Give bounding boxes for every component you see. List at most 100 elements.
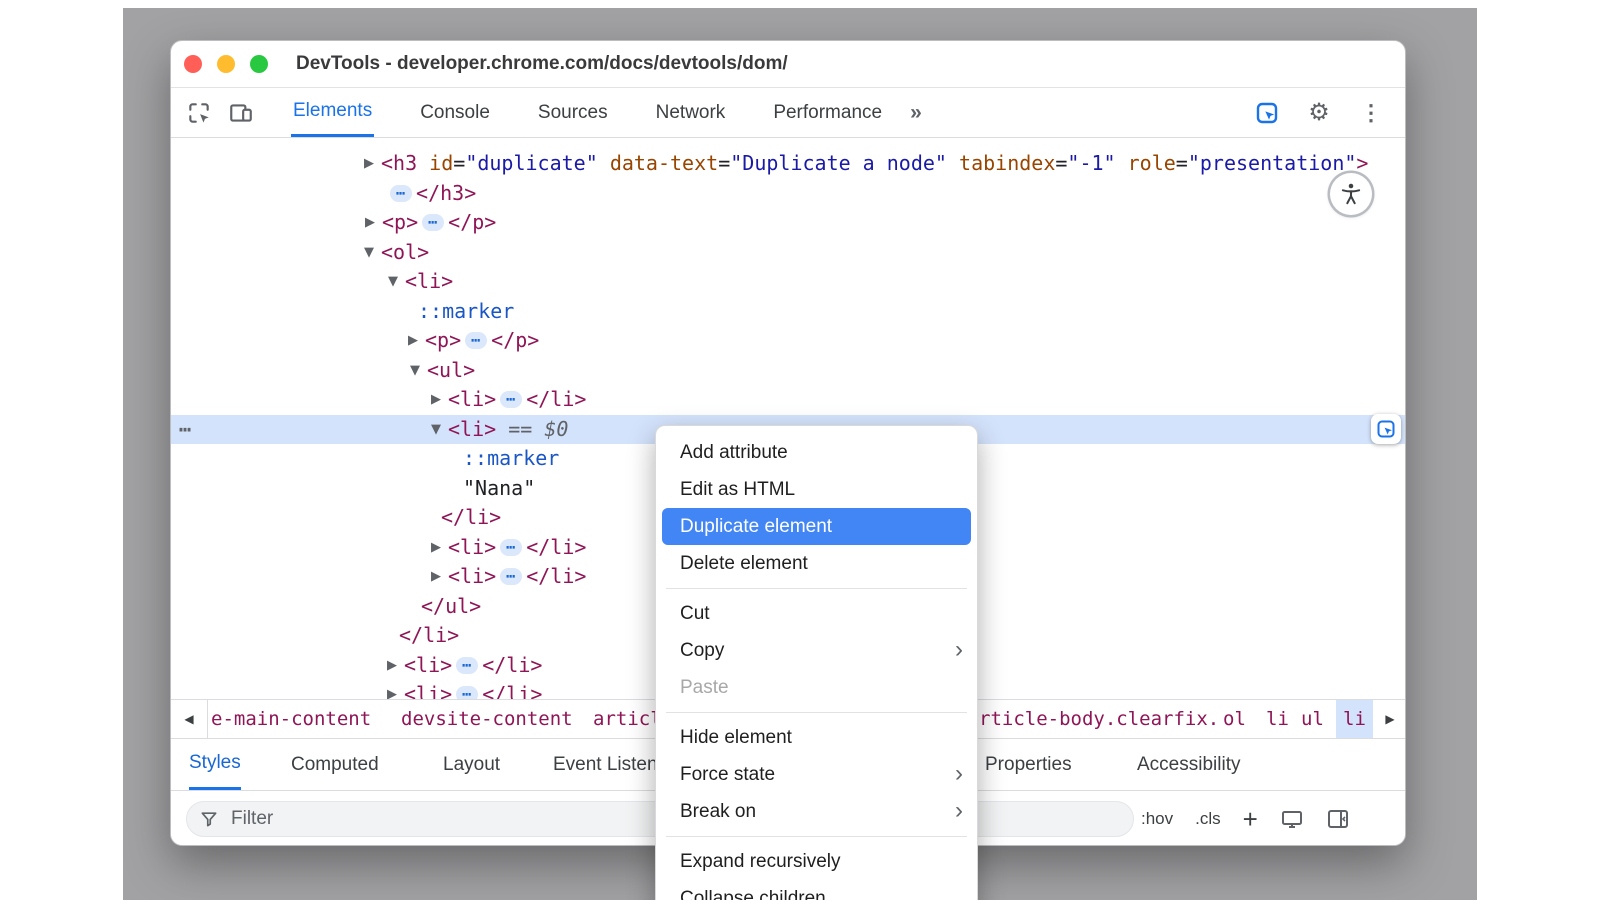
- rendering-icon[interactable]: [1280, 807, 1304, 831]
- code-token: =: [453, 151, 465, 175]
- inline-expand-icon[interactable]: ⋯: [465, 332, 487, 349]
- dom-tree-row[interactable]: ⋯</h3>: [171, 179, 1405, 209]
- tab-properties[interactable]: Properties: [985, 739, 1072, 790]
- code-token: <li>: [448, 564, 496, 588]
- breadcrumb-item[interactable]: ol: [1223, 700, 1246, 738]
- menu-item-collapse-children[interactable]: Collapse children: [656, 880, 977, 900]
- breadcrumb-item[interactable]: ul: [1301, 700, 1324, 738]
- inline-expand-icon[interactable]: ⋯: [500, 539, 522, 556]
- filter-input[interactable]: [229, 807, 533, 831]
- context-menu: Add attributeEdit as HTMLDuplicate eleme…: [655, 425, 978, 900]
- code-token: <p>: [382, 210, 418, 234]
- more-panels-icon[interactable]: »: [910, 101, 922, 125]
- menu-item-hide-element[interactable]: Hide element: [656, 719, 977, 756]
- breadcrumb-item[interactable]: e-main-content: [211, 700, 371, 738]
- inspect-overlay-icon[interactable]: [1253, 99, 1281, 127]
- expand-arrow-icon[interactable]: ▶: [428, 562, 444, 592]
- toolbar-right-icons: ⚙ ⋮: [1253, 99, 1385, 127]
- tab-accessibility[interactable]: Accessibility: [1137, 739, 1240, 790]
- more-menu-icon[interactable]: ⋮: [1357, 99, 1385, 127]
- inspect-element-icon[interactable]: [185, 99, 213, 127]
- collapse-arrow-icon[interactable]: ▼: [407, 356, 423, 386]
- expand-arrow-icon[interactable]: ▶: [428, 385, 444, 415]
- dom-tree-row[interactable]: ▶<p>⋯</p>: [171, 208, 1405, 238]
- tab-elements[interactable]: Elements: [291, 88, 374, 137]
- code-token: [598, 151, 610, 175]
- menu-item-break-on[interactable]: Break on›: [656, 793, 977, 830]
- menu-separator: [666, 712, 967, 713]
- screenshot-canvas: { "colors": { "accent": "#1a73e8", "sele…: [0, 0, 1600, 908]
- dom-tree-row[interactable]: ▶<p>⋯</p>: [171, 326, 1405, 356]
- expand-arrow-icon[interactable]: ▶: [384, 680, 400, 699]
- pseudo-state-button[interactable]: :hov: [1141, 809, 1173, 829]
- expand-arrow-icon[interactable]: ▶: [384, 651, 400, 681]
- dom-tree-row[interactable]: ▶<h3 id="duplicate" data-text="Duplicate…: [171, 149, 1405, 179]
- device-toolbar-icon[interactable]: [227, 99, 255, 127]
- code-token: <li>: [405, 269, 453, 293]
- close-window-button[interactable]: [184, 55, 202, 73]
- minimize-window-button[interactable]: [217, 55, 235, 73]
- zoom-window-button[interactable]: [250, 55, 268, 73]
- dom-tree-row[interactable]: ::marker: [171, 297, 1405, 327]
- settings-gear-icon[interactable]: ⚙: [1305, 99, 1333, 127]
- tab-styles[interactable]: Styles: [189, 739, 241, 790]
- menu-item-add-attribute[interactable]: Add attribute: [656, 434, 977, 471]
- menu-item-edit-as-html[interactable]: Edit as HTML: [656, 471, 977, 508]
- menu-item-copy[interactable]: Copy›: [656, 632, 977, 669]
- expand-arrow-icon[interactable]: ▶: [405, 326, 421, 356]
- dom-tree-row[interactable]: ▼<ul>: [171, 356, 1405, 386]
- title-bar: DevTools - developer.chrome.com/docs/dev…: [171, 41, 1405, 88]
- expand-arrow-icon[interactable]: ▶: [428, 533, 444, 563]
- menu-item-cut[interactable]: Cut: [656, 595, 977, 632]
- screenshot-backdrop: DevTools - developer.chrome.com/docs/dev…: [123, 8, 1477, 900]
- new-style-rule-icon[interactable]: +: [1243, 806, 1258, 832]
- menu-item-delete-element[interactable]: Delete element: [656, 545, 977, 582]
- menu-item-expand-recursively[interactable]: Expand recursively: [656, 843, 977, 880]
- inline-expand-icon[interactable]: ⋯: [456, 657, 478, 674]
- breadcrumb-item[interactable]: devsite-content: [401, 700, 573, 738]
- menu-item-duplicate-element[interactable]: Duplicate element: [662, 508, 971, 545]
- inline-expand-icon[interactable]: ⋯: [390, 185, 412, 202]
- code-token: </h3>: [416, 181, 476, 205]
- collapse-arrow-icon[interactable]: ▼: [428, 415, 444, 445]
- inline-expand-icon[interactable]: ⋯: [422, 214, 444, 231]
- tab-network[interactable]: Network: [654, 88, 728, 137]
- code-token: [496, 417, 508, 441]
- class-toggle-button[interactable]: .cls: [1195, 809, 1221, 829]
- expand-arrow-icon[interactable]: ▶: [362, 208, 378, 238]
- breadcrumb-item[interactable]: rticle-body.clearfix.: [979, 700, 1219, 738]
- expand-arrow-icon[interactable]: ▶: [361, 149, 377, 179]
- code-token: "Duplicate a node": [730, 151, 947, 175]
- toggle-sidebar-icon[interactable]: [1326, 807, 1350, 831]
- breadcrumb-item[interactable]: li: [1266, 700, 1289, 738]
- accessibility-icon[interactable]: [1330, 173, 1372, 215]
- tab-performance[interactable]: Performance: [771, 88, 884, 137]
- breadcrumb-item-selected[interactable]: li: [1336, 700, 1373, 738]
- menu-item-force-state[interactable]: Force state›: [656, 756, 977, 793]
- code-token: == $0: [508, 417, 568, 441]
- tab-layout[interactable]: Layout: [443, 739, 500, 790]
- tab-console[interactable]: Console: [418, 88, 492, 137]
- breadcrumb-scroll-right-icon[interactable]: ▶: [1371, 700, 1406, 738]
- tab-sources[interactable]: Sources: [536, 88, 610, 137]
- dom-tree-row[interactable]: ▼<ol>: [171, 238, 1405, 268]
- submenu-arrow-icon: ›: [955, 756, 963, 791]
- collapse-arrow-icon[interactable]: ▼: [361, 238, 377, 268]
- inline-expand-icon[interactable]: ⋯: [500, 568, 522, 585]
- code-token: </li>: [526, 535, 586, 559]
- inline-expand-icon[interactable]: ⋯: [456, 686, 478, 699]
- inspect-overlay-badge-icon[interactable]: [1371, 414, 1401, 444]
- inline-expand-icon[interactable]: ⋯: [500, 391, 522, 408]
- code-token: <p>: [425, 328, 461, 352]
- tab-computed[interactable]: Computed: [291, 739, 379, 790]
- code-token: "duplicate": [465, 151, 597, 175]
- breadcrumb-scroll-left-icon[interactable]: ◀: [171, 700, 208, 738]
- toolbar-tabs: Elements Console Sources Network Performance: [291, 88, 884, 137]
- code-token: </li>: [441, 505, 501, 529]
- collapse-arrow-icon[interactable]: ▼: [385, 267, 401, 297]
- dom-tree-row[interactable]: ▼<li>: [171, 267, 1405, 297]
- code-token: <ul>: [427, 358, 475, 382]
- row-options-icon[interactable]: ⋯: [179, 415, 192, 445]
- code-token: <li>: [448, 535, 496, 559]
- dom-tree-row[interactable]: ▶<li>⋯</li>: [171, 385, 1405, 415]
